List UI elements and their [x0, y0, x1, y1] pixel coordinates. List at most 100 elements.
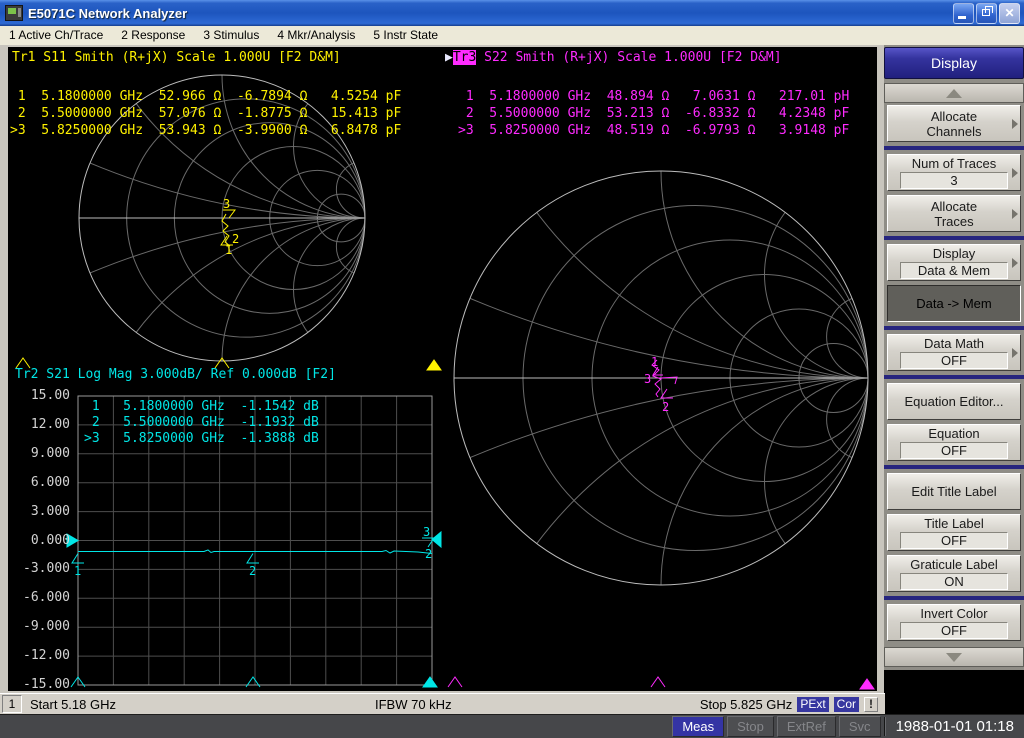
ifbw-label: IFBW 70 kHz	[375, 696, 452, 712]
softkey-edit-title-label[interactable]: Edit Title Label	[887, 473, 1021, 510]
softkey-label: Allocate	[930, 198, 978, 214]
softkey-value: OFF	[900, 622, 1008, 639]
window-title: E5071C Network Analyzer	[28, 5, 188, 21]
stimulus-status-bar: 1 Start 5.18 GHz IFBW 70 kHz Stop 5.825 …	[0, 693, 885, 714]
softkey-equation[interactable]: Equation OFF	[887, 424, 1021, 461]
svg-text:2: 2	[249, 564, 256, 578]
trace2-y-tick: 15.00	[30, 388, 70, 403]
stop-status: Stop	[727, 716, 774, 737]
arrow-up-icon	[946, 88, 962, 98]
menu-item-4[interactable]: 4 Mkr/Analysis	[268, 26, 364, 45]
softkey-label: Num of Traces	[911, 156, 997, 171]
trace3-marker-row: 1 5.1800000 GHz 48.894 Ω 7.0631 Ω 217.01…	[458, 89, 850, 104]
analyzer-screen[interactable]: 1232321132 Tr1 S11 Smith (R+jX) Scale 1.…	[8, 47, 877, 692]
softkey-scroll-down-button[interactable]	[884, 647, 1024, 667]
trace2-marker-row: 2 5.5000000 GHz -1.1932 dB	[84, 415, 319, 430]
softkey-label: Equation	[928, 426, 980, 441]
menu-item-2[interactable]: 2 Response	[112, 26, 194, 45]
softkey-allocate[interactable]: Allocate Channels	[887, 105, 1021, 142]
title-bar[interactable]: E5071C Network Analyzer ✕	[0, 0, 1024, 26]
restore-button[interactable]	[976, 2, 997, 24]
trace2-marker-row: >3 5.8250000 GHz -1.3888 dB	[84, 431, 319, 446]
trace3-marker-row: >3 5.8250000 GHz 48.519 Ω -6.9793 Ω 3.91…	[458, 123, 850, 138]
softkey-panel: Display Allocate Channels Num of Traces 3 Al…	[884, 45, 1024, 693]
trace3-header-text: S22 Smith (R+jX) Scale 1.000U [F2 D&M]	[476, 50, 782, 65]
softkey-label: Data -> Mem	[916, 296, 992, 311]
svg-text:3: 3	[423, 525, 430, 539]
svg-text:2: 2	[232, 232, 239, 246]
trace2-marker-table: 1 5.1800000 GHz -1.1542 dB 2 5.5000000 G…	[84, 399, 319, 447]
submenu-arrow-icon	[1012, 208, 1018, 219]
softkey-data-math[interactable]: Data Math OFF	[887, 334, 1021, 371]
menu-item-1[interactable]: 1 Active Ch/Trace	[0, 26, 112, 45]
app-window: E5071C Network Analyzer ✕ 1 Active Ch/Tr…	[0, 0, 1024, 738]
trace2-y-tick: -12.00	[23, 648, 70, 664]
datetime-display: 1988-01-01 01:18	[883, 717, 1022, 736]
restore-icon	[982, 5, 993, 16]
trace2-y-tick: 3.000	[30, 503, 70, 519]
softkey-group-separator	[884, 236, 1024, 240]
svg-text:1: 1	[225, 243, 232, 257]
trace3-header: ▶Tr3 S22 Smith (R+jX) Scale 1.000U [F2 D…	[445, 50, 782, 65]
trace2-y-tick: 9.000	[30, 445, 70, 461]
arrow-down-icon	[946, 652, 962, 662]
softkey-data-mem[interactable]: Data -> Mem	[887, 285, 1021, 322]
start-frequency-label: Start 5.18 GHz	[30, 696, 116, 712]
extref-status: ExtRef	[776, 716, 836, 737]
softkey-label: Data Math	[924, 336, 984, 351]
minimize-icon	[958, 15, 966, 19]
softkey-label: Traces	[934, 213, 974, 229]
trace3-marker-row: 2 5.5000000 GHz 53.213 Ω -6.8332 Ω 4.234…	[458, 106, 850, 121]
trace2-header: Tr2 S21 Log Mag 3.000dB/ Ref 0.000dB [F2…	[15, 367, 336, 382]
softkey-group-separator	[884, 596, 1024, 600]
softkey-label: Title Label	[924, 516, 984, 531]
trace2-y-tick: 0.000	[30, 532, 70, 548]
trace3-marker-table: 1 5.1800000 GHz 48.894 Ω 7.0631 Ω 217.01…	[458, 88, 849, 139]
softkey-display[interactable]: Display Data & Mem	[887, 244, 1021, 281]
submenu-arrow-icon	[1012, 257, 1018, 268]
channel-indicator: 1	[2, 695, 22, 713]
softkey-label: Edit Title Label	[911, 484, 997, 499]
softkey-label: Channels	[926, 123, 982, 139]
softkey-title-label[interactable]: Title Label OFF	[887, 514, 1021, 551]
softkey-equation-editor[interactable]: Equation Editor...	[887, 383, 1021, 420]
menu-item-3[interactable]: 3 Stimulus	[194, 26, 268, 45]
svg-text:2: 2	[662, 400, 669, 414]
submenu-arrow-icon	[1012, 347, 1018, 358]
softkey-scroll-up-button[interactable]	[884, 83, 1024, 103]
instrument-status-bar: Meas Stop ExtRef Svc 1988-01-01 01:18	[0, 714, 1024, 738]
trace1-marker-row: >3 5.8250000 GHz 53.943 Ω -3.9900 Ω 6.84…	[10, 123, 402, 138]
trace1-marker-table: 1 5.1800000 GHz 52.966 Ω -6.7894 Ω 4.525…	[10, 88, 401, 139]
trace2-y-tick: 6.000	[30, 474, 70, 490]
trace2-y-tick: -6.000	[23, 590, 70, 606]
softkey-value: OFF	[900, 532, 1008, 549]
softkey-label: Allocate	[930, 108, 978, 124]
softkey-value: OFF	[900, 442, 1008, 459]
svc-status: Svc	[838, 716, 881, 737]
pext-badge: PExt	[797, 696, 829, 712]
menu-item-5[interactable]: 5 Instr State	[364, 26, 447, 45]
softkey-invert-color[interactable]: Invert Color OFF	[887, 604, 1021, 641]
meas-status: Meas	[672, 716, 725, 737]
close-button[interactable]: ✕	[999, 2, 1020, 24]
trace3-name: Tr3	[452, 50, 477, 65]
trace2-y-tick: -15.00	[23, 677, 70, 692]
trace1-marker-row: 2 5.5000000 GHz 57.076 Ω -1.8775 Ω 15.41…	[10, 106, 402, 121]
softkey-allocate[interactable]: Allocate Traces	[887, 195, 1021, 232]
active-trace-indicator-icon: ▶	[445, 50, 453, 65]
svg-text:3: 3	[223, 197, 230, 211]
softkey-label: Equation Editor...	[904, 394, 1004, 409]
softkey-list: Allocate Channels Num of Traces 3 Allocate Tr…	[884, 105, 1024, 645]
softkey-graticule-label[interactable]: Graticule Label ON	[887, 555, 1021, 592]
main-area: 1232321132 Tr1 S11 Smith (R+jX) Scale 1.…	[0, 45, 1024, 693]
softkey-num-of-traces[interactable]: Num of Traces 3	[887, 154, 1021, 191]
warning-indicator: !	[864, 696, 878, 712]
minimize-button[interactable]	[953, 2, 974, 24]
softkey-value: 3	[900, 172, 1008, 189]
status-bar: 1 Start 5.18 GHz IFBW 70 kHz Stop 5.825 …	[0, 693, 1024, 714]
trace2-y-tick: 12.00	[30, 416, 70, 432]
menu-bar: 1 Active Ch/Trace 2 Response 3 Stimulus 4 M…	[0, 26, 1024, 45]
softkey-value: Data & Mem	[900, 262, 1008, 279]
softkey-label: Invert Color	[920, 606, 988, 621]
status-right-cluster: Stop 5.825 GHz PExt Cor !	[700, 696, 878, 712]
